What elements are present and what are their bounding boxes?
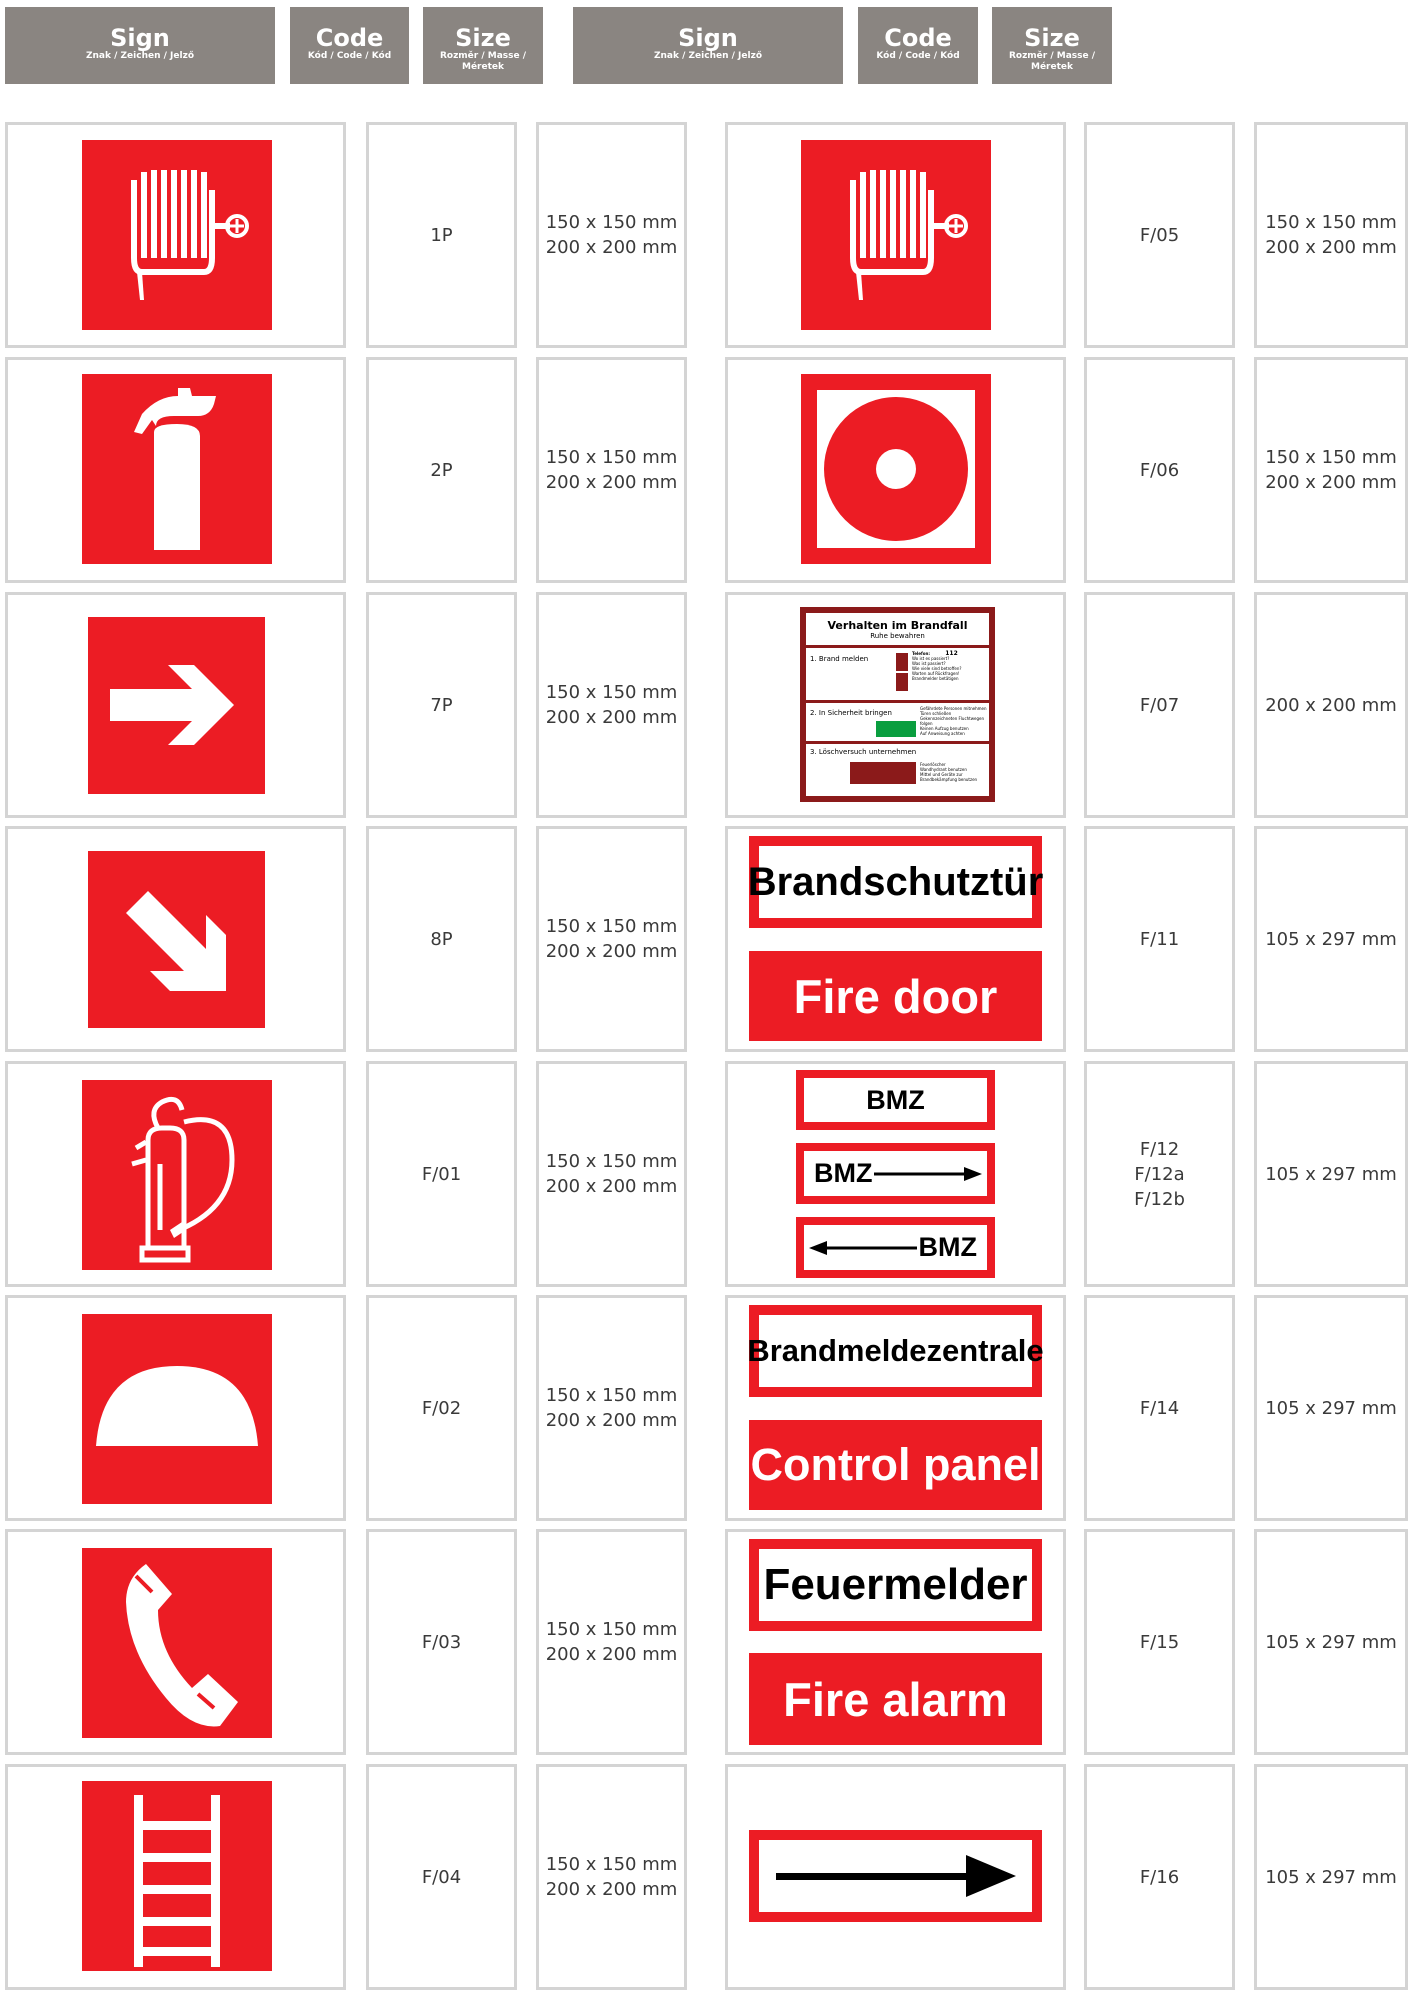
arrow-right-icon — [775, 1855, 1016, 1897]
left-size-cell: 150 x 150 mm 200 x 200 mm — [536, 1061, 687, 1287]
left-code-cell: F/04 — [366, 1764, 517, 1990]
right-code-cell: F/06 — [1084, 357, 1235, 583]
left-size-cell: 150 x 150 mm 200 x 200 mm — [536, 1529, 687, 1755]
left-code-cell: F/03 — [366, 1529, 517, 1755]
bmz-arrow-left-sign: BMZ — [796, 1217, 995, 1278]
header-code-right: Code Kód / Code / Kód — [858, 7, 978, 84]
right-size-cell: 105 x 297 mm — [1254, 1061, 1408, 1287]
instructions-subtitle: Ruhe bewahren — [870, 632, 925, 640]
left-code-cell: 1P — [366, 122, 517, 348]
right-size-cell: 105 x 297 mm — [1254, 1295, 1408, 1521]
step2-line: Gekennzeichneten Fluchtwegen folgen — [920, 716, 985, 726]
bmz-arrow-right-sign: BMZ — [796, 1143, 995, 1204]
right-size-cell: 105 x 297 mm — [1254, 1529, 1408, 1755]
bmz-label: BMZ — [918, 1232, 977, 1262]
arrow-left-icon — [808, 1240, 917, 1255]
extinguisher-pictogram-icon — [850, 762, 916, 784]
control-panel-sign: Control panel — [749, 1420, 1042, 1510]
brandschutztur-sign: Brandschutztür — [748, 836, 1043, 928]
arrow-right-icon — [874, 1166, 983, 1181]
exit-pictogram-icon — [876, 721, 916, 737]
header-title: Sign — [678, 24, 738, 52]
fire-instructions-sign: Verhalten im Brandfall Ruhe bewahren 1. … — [800, 607, 995, 802]
header-size-right: Size Rozměr / Masse / Méretek — [992, 7, 1112, 84]
left-size-cell: 150 x 150 mm 200 x 200 mm — [536, 592, 687, 818]
header-sign-right: Sign Znak / Zeichen / Jelző — [573, 7, 843, 84]
left-size-cell: 150 x 150 mm 200 x 200 mm — [536, 122, 687, 348]
right-size-cell: 150 x 150 mm 200 x 200 mm — [1254, 122, 1408, 348]
header-subtitle: Znak / Zeichen / Jelző — [653, 51, 763, 61]
phone-pictogram-icon — [896, 653, 908, 671]
step3-line: Mittel und Geräte zur Brandbekämpfung be… — [920, 772, 978, 782]
right-code-cell: F/07 — [1084, 592, 1235, 818]
fire-blanket-icon — [82, 1314, 272, 1504]
fire-ladder-icon — [82, 1781, 272, 1971]
right-code-cell: F/14 — [1084, 1295, 1235, 1521]
left-size-cell: 150 x 150 mm 200 x 200 mm — [536, 826, 687, 1052]
instructions-step-1: 1. Brand melden — [810, 655, 869, 663]
bmz-sign: BMZ — [796, 1070, 995, 1130]
right-code-cell: F/05 — [1084, 122, 1235, 348]
header-title: Sign — [110, 24, 170, 52]
header-subtitle: Rozměr / Masse / Méretek — [1008, 51, 1096, 72]
right-size-cell: 105 x 297 mm — [1254, 826, 1408, 1052]
instructions-title: Verhalten im Brandfall — [827, 619, 968, 632]
left-size-cell: 150 x 150 mm 200 x 200 mm — [536, 1295, 687, 1521]
left-size-cell: 150 x 150 mm 200 x 200 mm — [536, 1764, 687, 1990]
right-code-cell: F/11 — [1084, 826, 1235, 1052]
header-size-left: Size Rozměr / Masse / Méretek — [423, 7, 543, 84]
header-subtitle: Znak / Zeichen / Jelző — [85, 51, 195, 61]
instructions-step-3: 3. Löschversuch unternehmen — [810, 748, 917, 756]
left-code-cell: 8P — [366, 826, 517, 1052]
arrow-down-right-icon — [88, 851, 265, 1028]
arrow-right-icon — [88, 617, 265, 794]
right-size-cell: 200 x 200 mm — [1254, 592, 1408, 818]
fire-hose-reel-icon — [82, 140, 272, 330]
header-subtitle: Kód / Code / Kód — [876, 51, 960, 61]
header-title: Code — [884, 24, 952, 52]
fire-door-sign: Fire door — [749, 951, 1042, 1041]
right-size-cell: 105 x 297 mm — [1254, 1764, 1408, 1990]
fire-hose-reel-icon — [801, 140, 991, 330]
right-code-cell: F/12 F/12a F/12b — [1084, 1061, 1235, 1287]
alarm-pictogram-icon — [896, 673, 908, 691]
header-title: Code — [315, 24, 384, 52]
header-subtitle: Kód / Code / Kód — [307, 51, 392, 61]
left-code-cell: 2P — [366, 357, 517, 583]
header-title: Size — [1024, 24, 1080, 52]
bmz-label: BMZ — [814, 1158, 873, 1188]
instructions-step-2: 2. In Sicherheit bringen — [810, 709, 892, 717]
brandmeldezentrale-sign: Brandmeldezentrale — [747, 1305, 1044, 1397]
right-code-cell: F/16 — [1084, 1764, 1235, 1990]
emergency-phone-icon — [82, 1548, 272, 1738]
step2-line: Auf Anweisung achten — [920, 731, 965, 736]
step1-line: Brandmelder betätigen — [912, 676, 959, 681]
left-size-cell: 150 x 150 mm 200 x 200 mm — [536, 357, 687, 583]
directional-arrow-sign — [749, 1830, 1042, 1922]
header-title: Size — [455, 24, 511, 52]
left-code-cell: F/02 — [366, 1295, 517, 1521]
right-size-cell: 150 x 150 mm 200 x 200 mm — [1254, 357, 1408, 583]
header-subtitle: Rozměr / Masse / Méretek — [439, 51, 527, 72]
fire-alarm-button-icon — [801, 374, 991, 564]
left-code-cell: F/01 — [366, 1061, 517, 1287]
right-code-cell: F/15 — [1084, 1529, 1235, 1755]
header-code-left: Code Kód / Code / Kód — [290, 7, 409, 84]
wheeled-extinguisher-icon — [82, 1080, 272, 1270]
fire-extinguisher-icon — [82, 374, 272, 564]
feuermelder-sign: Feuermelder — [749, 1539, 1042, 1631]
left-code-cell: 7P — [366, 592, 517, 818]
fire-alarm-sign: Fire alarm — [749, 1653, 1042, 1745]
header-sign-left: Sign Znak / Zeichen / Jelző — [5, 7, 275, 84]
